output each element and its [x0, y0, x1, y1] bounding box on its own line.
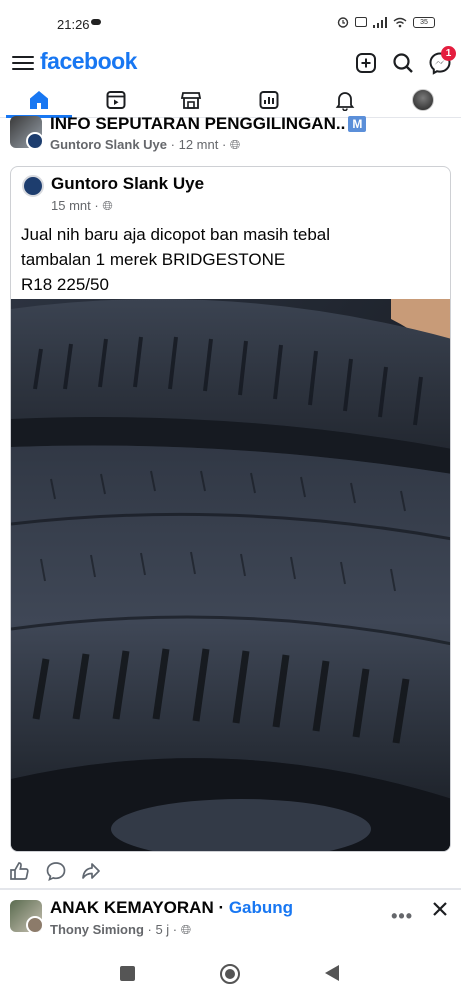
post-actions	[0, 858, 461, 884]
bell-icon	[335, 92, 355, 111]
system-nav-bar	[0, 950, 461, 1000]
create-post-icon[interactable]	[353, 50, 379, 76]
post-meta: Guntoro Slank Uye · 12 mnt · 🌐︎	[50, 137, 241, 152]
next-post-time[interactable]: 5 j	[155, 922, 169, 937]
back-button[interactable]	[323, 964, 341, 982]
shared-post-card[interactable]: Guntoro Slank Uye 15 mnt · 🌐︎ Jual nih b…	[10, 166, 451, 852]
shared-author[interactable]: Guntoro Slank Uye	[51, 174, 204, 194]
globe-icon: 🌐︎	[102, 198, 113, 213]
signal-icon	[373, 16, 387, 28]
status-time: 21:26	[57, 17, 90, 32]
app-header: facebook 1	[0, 44, 461, 84]
post-text-line: Jual nih baru aja dicopot ban masih teba…	[21, 225, 331, 244]
next-group-name[interactable]: ANAK KEMAYORAN	[50, 898, 214, 917]
video-icon	[106, 91, 126, 109]
next-post-meta: Thony Simiong · 5 j · 🌐︎	[50, 922, 192, 937]
shared-meta: 15 mnt · 🌐︎	[51, 198, 113, 213]
post-time[interactable]: 12 mnt	[179, 137, 219, 152]
cloud-icon	[91, 19, 101, 25]
tab-feeds[interactable]	[255, 88, 283, 112]
battery-icon: 35	[413, 16, 435, 28]
shared-time[interactable]: 15 mnt	[51, 198, 91, 213]
recents-button[interactable]	[120, 966, 135, 981]
globe-icon: 🌐︎	[229, 137, 241, 152]
group-avatar[interactable]	[10, 116, 42, 148]
post-text-line: tambalan 1 merek BRIDGESTONE	[21, 250, 286, 269]
facebook-logo[interactable]: facebook	[40, 48, 137, 75]
tire-photo[interactable]	[11, 299, 451, 852]
menu-icon[interactable]	[12, 52, 34, 72]
post-text-line: R18 225/50	[21, 275, 109, 294]
post-text: Jual nih baru aja dicopot ban masih teba…	[21, 222, 441, 297]
messenger-badge: 1	[441, 46, 456, 61]
tab-home[interactable]	[25, 88, 53, 112]
status-icons: 35	[337, 16, 435, 28]
more-options-icon[interactable]: •••	[391, 906, 413, 927]
tab-notifications[interactable]	[331, 88, 359, 112]
group-name[interactable]: INFO SEPUTARAN PENGGILINGAN.. M	[50, 114, 367, 134]
store-icon	[180, 92, 202, 109]
feed-divider	[0, 888, 461, 890]
next-group-title: ANAK KEMAYORAN · Gabung	[50, 898, 294, 917]
home-button[interactable]	[219, 963, 241, 985]
alarm-icon	[337, 17, 349, 28]
status-bar: 21:26 35	[0, 0, 461, 44]
globe-icon: 🌐︎	[180, 922, 192, 937]
join-button[interactable]: Gabung	[229, 898, 293, 917]
group-badge-icon: M	[348, 116, 367, 132]
like-icon[interactable]	[8, 860, 30, 882]
sim-icon	[355, 17, 367, 27]
feeds-icon	[259, 91, 279, 109]
tab-watch[interactable]	[102, 88, 130, 112]
close-icon[interactable]	[429, 898, 451, 920]
post-header: INFO SEPUTARAN PENGGILINGAN.. M Guntoro S…	[0, 112, 461, 164]
avatar-icon	[412, 89, 434, 111]
next-post-author[interactable]: Thony Simiong	[50, 922, 144, 937]
post-author[interactable]: Guntoro Slank Uye	[50, 137, 167, 152]
tab-profile[interactable]	[409, 88, 437, 112]
home-icon	[30, 91, 48, 109]
next-group-avatar[interactable]	[10, 900, 42, 932]
wifi-icon	[393, 17, 407, 27]
share-icon[interactable]	[80, 860, 102, 882]
author-avatar[interactable]	[22, 175, 44, 197]
comment-icon[interactable]	[45, 860, 67, 882]
tab-marketplace[interactable]	[177, 88, 205, 112]
search-icon[interactable]	[390, 50, 416, 76]
